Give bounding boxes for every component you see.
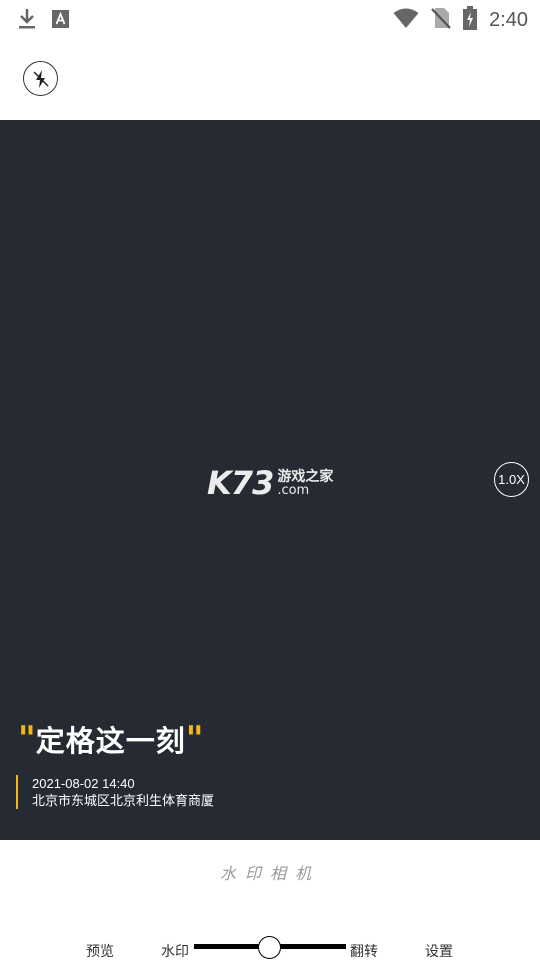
preview-button[interactable]: 预览	[86, 941, 114, 960]
quote-close: "	[185, 719, 204, 759]
slogan-text: 定格这一刻	[35, 724, 186, 758]
quote-open: "	[18, 719, 36, 759]
app-title: 水印相机	[219, 864, 320, 883]
flip-camera-button[interactable]: 翻转	[350, 941, 378, 960]
flash-off-icon	[33, 69, 48, 88]
watermark-slogan: " 定格这一刻 "	[18, 718, 203, 760]
wifi-icon	[393, 7, 419, 34]
watermark-address: 北京市东城区北京利生体育商厦	[32, 793, 215, 808]
text-a-icon	[52, 9, 69, 34]
logo-main: K73	[207, 464, 274, 502]
settings-button[interactable]: 设置	[425, 941, 453, 960]
flash-toggle-button[interactable]	[23, 61, 58, 96]
watermark-datetime: 2021-08-02 14:40	[32, 776, 135, 791]
watermark-button[interactable]: 水印	[161, 941, 189, 960]
watermark-info: 2021-08-02 14:40 北京市东城区北京利生体育商厦	[16, 775, 214, 809]
logo-cn: 游戏之家	[277, 468, 334, 485]
camera-screen: 2:40 K73 游戏之家 .com 1.0X " 定格这一刻 " 2021-0…	[0, 0, 540, 960]
shutter-button[interactable]	[258, 936, 281, 959]
no-sim-icon	[431, 6, 451, 35]
watermark-logo: K73 游戏之家 .com	[207, 464, 333, 502]
status-bar: 2:40	[0, 0, 540, 38]
download-icon	[18, 7, 36, 36]
camera-viewfinder[interactable]: K73 游戏之家 .com 1.0X " 定格这一刻 " 2021-08-02 …	[0, 120, 540, 840]
battery-charging-icon	[463, 6, 478, 35]
zoom-button[interactable]: 1.0X	[494, 462, 529, 497]
clock: 2:40	[489, 9, 528, 31]
logo-domain: .com	[277, 482, 310, 498]
